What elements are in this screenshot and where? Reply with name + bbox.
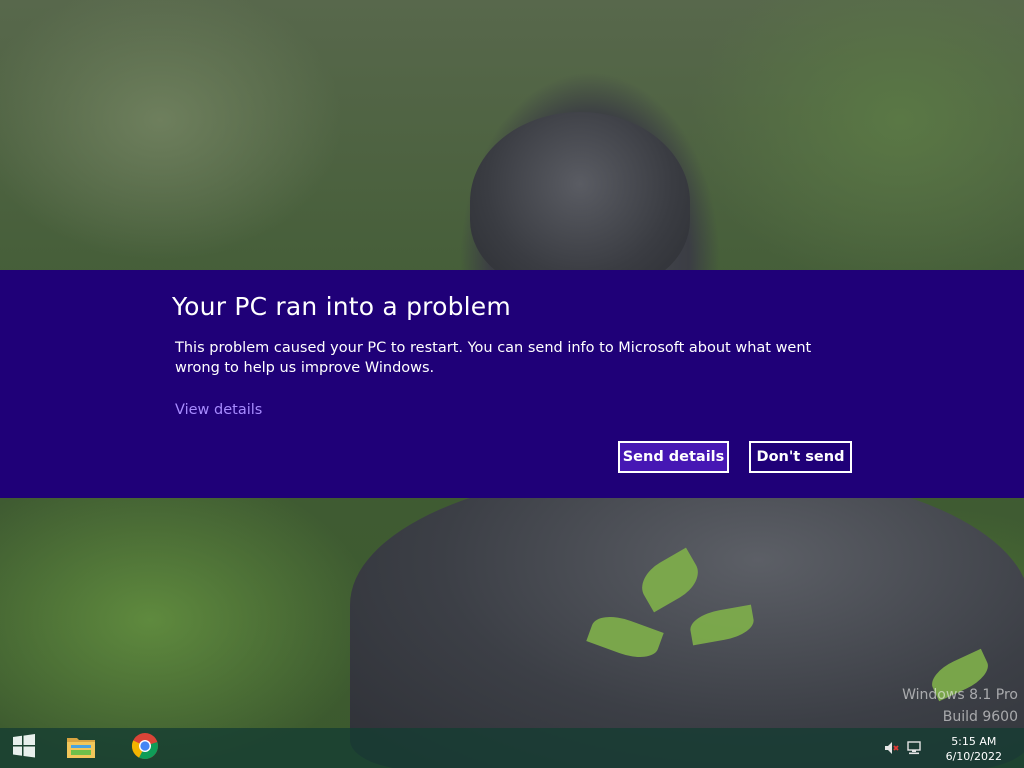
view-details-link[interactable]: View details (175, 402, 262, 418)
start-icon (11, 733, 37, 763)
taskbar: 5:15 AM 6/10/2022 (0, 728, 1024, 768)
clock-time: 5:15 AM (951, 735, 997, 748)
error-banner: Your PC ran into a problem This problem … (0, 270, 1024, 498)
error-message: This problem caused your PC to restart. … (175, 340, 812, 376)
chrome-icon (131, 732, 159, 764)
network-icon[interactable] (906, 740, 922, 756)
send-details-button[interactable]: Send details (618, 441, 729, 473)
dont-send-button[interactable]: Don't send (749, 441, 852, 473)
volume-muted-icon[interactable] (884, 740, 900, 756)
watermark-edition: Windows 8.1 Pro (902, 687, 1018, 703)
watermark-build: Build 9600 (942, 709, 1018, 725)
wallpaper-gorilla-head (470, 112, 690, 292)
taskbar-clock[interactable]: 5:15 AM 6/10/2022 (946, 734, 1002, 764)
start-button[interactable] (0, 728, 48, 768)
error-title: Your PC ran into a problem (172, 292, 511, 321)
clock-date: 6/10/2022 (945, 750, 1002, 763)
windows-version-watermark: Windows 8.1 Pro Build 9600 (902, 684, 1018, 728)
system-tray: 5:15 AM 6/10/2022 (884, 728, 1024, 768)
file-explorer-taskbar-button[interactable] (57, 728, 105, 768)
file-explorer-icon (65, 732, 97, 764)
chrome-taskbar-button[interactable] (121, 728, 169, 768)
